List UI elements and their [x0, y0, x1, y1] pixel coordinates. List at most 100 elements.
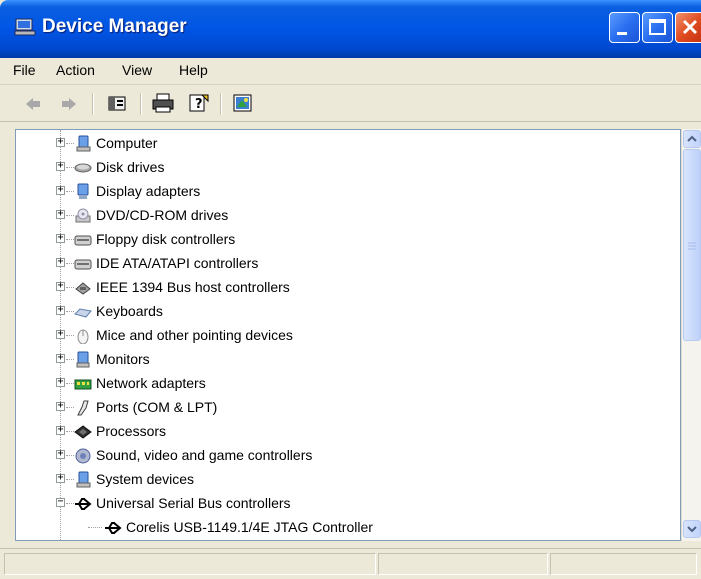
minimize-button[interactable]	[609, 12, 640, 43]
controller-icon	[74, 235, 92, 246]
tree-node[interactable]: + IDE ATA/ATAPI controllers	[16, 252, 676, 276]
close-button[interactable]	[675, 12, 701, 43]
tree-node[interactable]: + Floppy disk controllers	[16, 228, 676, 252]
expand-toggle[interactable]: +	[56, 209, 65, 219]
usb-icon	[75, 498, 92, 510]
tree-line	[66, 215, 74, 216]
tree-node[interactable]: + Display adapters	[16, 180, 676, 204]
tree-line	[66, 143, 74, 144]
tree-line	[66, 239, 74, 240]
window-title: Device Manager	[42, 16, 187, 37]
maximize-icon	[649, 19, 666, 35]
network-adapter-icon	[74, 379, 92, 390]
tree-line	[88, 527, 102, 528]
tree-node-label: Corelis USB-1149.1/4E JTAG Controller	[126, 519, 373, 535]
tree-node[interactable]: + Ports (COM & LPT)	[16, 396, 676, 420]
tree-node[interactable]: + Keyboards	[16, 300, 676, 324]
port-icon	[74, 399, 92, 416]
expand-toggle[interactable]: +	[56, 233, 65, 243]
grip-icon	[688, 242, 696, 250]
device-tree[interactable]: + Computer + Disk drives + Display adapters + D…	[15, 129, 681, 541]
network-adapter-icon	[74, 375, 92, 392]
expand-toggle[interactable]: +	[56, 329, 65, 339]
expand-toggle[interactable]: +	[56, 305, 65, 315]
tree-node-label: IEEE 1394 Bus host controllers	[96, 279, 290, 295]
svg-text:?: ?	[195, 97, 203, 112]
device-manager-app-icon	[14, 18, 36, 36]
menu-bar: File Action View Help	[0, 58, 701, 85]
expand-toggle[interactable]: +	[56, 281, 65, 291]
tree-node[interactable]: − Universal Serial Bus controllers	[16, 492, 676, 516]
scroll-up-button[interactable]	[683, 130, 701, 148]
expand-toggle[interactable]: +	[56, 161, 65, 171]
tree-line	[66, 287, 74, 288]
status-bar	[0, 548, 701, 579]
forward-icon[interactable]	[60, 96, 78, 112]
title-bar[interactable]: Device Manager	[0, 0, 701, 58]
computer-icon	[76, 135, 91, 152]
tree-node-label: Display adapters	[96, 183, 201, 199]
toolbar-separator	[220, 93, 222, 115]
tree-node[interactable]: + Disk drives	[16, 156, 676, 180]
tree-line	[66, 455, 74, 456]
tree-node[interactable]: + Sound, video and game controllers	[16, 444, 676, 468]
vertical-scrollbar[interactable]	[681, 129, 701, 541]
menu-file[interactable]: File	[13, 62, 36, 78]
tree-node-label: Computer	[96, 135, 158, 151]
back-icon[interactable]	[24, 96, 42, 112]
display-adapter-icon	[77, 183, 89, 199]
expand-toggle[interactable]: +	[56, 353, 65, 363]
tree-node-label: Ports (COM & LPT)	[96, 399, 218, 415]
tree-node[interactable]: Corelis USB-1149.1/4E JTAG Controller	[16, 516, 676, 540]
tree-node[interactable]: + System devices	[16, 468, 676, 492]
print-icon[interactable]	[152, 93, 174, 113]
scroll-thumb[interactable]	[683, 149, 701, 341]
expand-toggle[interactable]: +	[56, 185, 65, 195]
mouse-icon	[74, 327, 92, 345]
sound-icon	[74, 447, 92, 464]
tree-line	[66, 335, 74, 336]
expand-toggle[interactable]: +	[56, 137, 65, 147]
tree-node-label: Disk drives	[96, 159, 165, 175]
tree-node[interactable]: + IEEE 1394 Bus host controllers	[16, 276, 676, 300]
close-icon	[682, 19, 698, 35]
tree-line	[66, 431, 74, 432]
tree-node-label: System devices	[96, 471, 195, 487]
toolbar: ?	[0, 85, 701, 122]
expand-toggle[interactable]: +	[56, 401, 65, 411]
help-icon[interactable]: ?	[188, 93, 210, 113]
maximize-button[interactable]	[642, 12, 673, 43]
tree-line	[66, 359, 74, 360]
firewire-icon	[74, 279, 92, 296]
status-pane-main	[4, 553, 376, 575]
computer-icon	[74, 135, 92, 152]
scroll-down-button[interactable]	[683, 520, 701, 538]
tree-node[interactable]: + DVD/CD-ROM drives	[16, 204, 676, 228]
expand-toggle[interactable]: +	[56, 377, 65, 387]
expand-toggle[interactable]: +	[56, 473, 65, 483]
expand-toggle[interactable]: +	[56, 425, 65, 435]
display-adapter-icon	[74, 183, 92, 200]
menu-action[interactable]: Action	[56, 62, 95, 78]
menu-help[interactable]: Help	[179, 62, 208, 78]
tree-node[interactable]: + Mice and other pointing devices	[16, 324, 676, 348]
collapse-toggle[interactable]: −	[56, 497, 65, 507]
tree-node[interactable]: + Computer	[16, 132, 676, 156]
tree-node[interactable]: + Processors	[16, 420, 676, 444]
expand-toggle[interactable]: +	[56, 257, 65, 267]
tree-line	[66, 263, 74, 264]
tree-node[interactable]: + Monitors	[16, 348, 676, 372]
scan-hardware-icon[interactable]	[233, 94, 253, 113]
mouse-icon	[77, 329, 89, 345]
tree-line	[66, 383, 74, 384]
status-pane-tertiary	[550, 553, 697, 575]
menu-view[interactable]: View	[122, 62, 152, 78]
tree-node[interactable]: + Network adapters	[16, 372, 676, 396]
properties-icon[interactable]	[108, 95, 126, 112]
chevron-up-icon	[687, 135, 697, 142]
expand-toggle[interactable]: +	[56, 449, 65, 459]
tree-line	[66, 191, 74, 192]
tree-node-label: Sound, video and game controllers	[96, 447, 313, 463]
toolbar-separator	[140, 93, 142, 115]
tree-node-label: Mice and other pointing devices	[96, 327, 293, 343]
